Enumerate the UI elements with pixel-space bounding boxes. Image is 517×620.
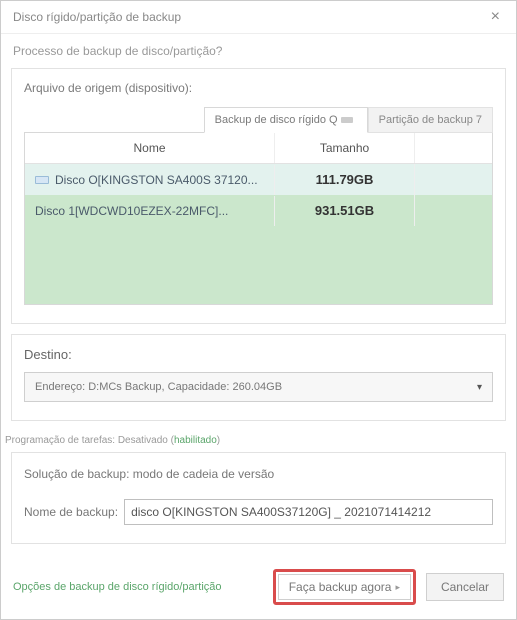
destination-label: Destino: [24, 347, 493, 362]
titlebar: Disco rígido/partição de backup × [1, 1, 516, 34]
table-row[interactable]: Disco O[KINGSTON SA400S 37120... 111.79G… [25, 164, 492, 195]
tab-disk-backup-label: Backup de disco rígido Q [215, 114, 338, 126]
col-rest-header [415, 133, 492, 163]
destination-select[interactable]: Endereço: D:MCs Backup, Capacidade: 260.… [24, 372, 493, 402]
solution-mode: Solução de backup: modo de cadeia de ver… [24, 467, 493, 481]
source-table: Nome Tamanho Disco O[KINGSTON SA400S 371… [24, 132, 493, 305]
chevron-down-icon: ▸ [395, 582, 400, 593]
footer-buttons: Faça backup agora ▸ Cancelar [273, 569, 504, 605]
cell-size: 111.79GB [275, 164, 415, 195]
cell-size: 931.51GB [275, 195, 415, 226]
footer: Opções de backup de disco rígido/partiçã… [1, 559, 516, 619]
col-name-header[interactable]: Nome [25, 133, 275, 163]
solution-panel: Solução de backup: modo de cadeia de ver… [11, 452, 506, 544]
window-title: Disco rígido/partição de backup [13, 10, 181, 24]
backup-now-label: Faça backup agora [289, 580, 392, 594]
table-header: Nome Tamanho [25, 133, 492, 164]
cell-name-text: Disco O[KINGSTON SA400S 37120... [55, 173, 258, 187]
tab-partition-backup[interactable]: Partição de backup 7 [368, 107, 493, 133]
source-panel: Arquivo de origem (dispositivo): Backup … [11, 68, 506, 324]
disk-icon [341, 117, 353, 123]
disk-icon [35, 176, 49, 184]
window-subtitle: Processo de backup de disco/partição? [1, 34, 516, 64]
table-body: Disco O[KINGSTON SA400S 37120... 111.79G… [25, 164, 492, 304]
cell-name: Disco O[KINGSTON SA400S 37120... [25, 165, 275, 195]
backup-name-input[interactable] [124, 499, 493, 525]
backup-dialog: Disco rígido/partição de backup × Proces… [0, 0, 517, 620]
col-size-header[interactable]: Tamanho [275, 133, 415, 163]
options-link[interactable]: Opções de backup de disco rígido/partiçã… [13, 581, 222, 593]
schedule-row: Programação de tarefas: Desativado (habi… [1, 431, 516, 452]
tab-partition-backup-label: Partição de backup 7 [379, 114, 482, 126]
destination-value: Endereço: D:MCs Backup, Capacidade: 260.… [35, 381, 282, 393]
schedule-enable-link[interactable]: habilitado [174, 435, 217, 446]
source-label: Arquivo de origem (dispositivo): [24, 81, 493, 95]
cell-name: Disco 1[WDCWD10EZEX-22MFC]... [25, 196, 275, 226]
backup-now-button[interactable]: Faça backup agora ▸ [278, 574, 411, 600]
schedule-prefix: Programação de tarefas: Desativado ( [5, 435, 174, 446]
backup-name-row: Nome de backup: [24, 499, 493, 525]
primary-button-highlight: Faça backup agora ▸ [273, 569, 416, 605]
table-row[interactable]: Disco 1[WDCWD10EZEX-22MFC]... 931.51GB [25, 195, 492, 226]
source-tabs: Backup de disco rígido Q Partição de bac… [24, 107, 493, 133]
tab-disk-backup[interactable]: Backup de disco rígido Q [204, 107, 368, 133]
destination-panel: Destino: Endereço: D:MCs Backup, Capacid… [11, 334, 506, 421]
cancel-button[interactable]: Cancelar [426, 573, 504, 601]
close-icon[interactable]: × [487, 9, 504, 25]
backup-name-label: Nome de backup: [24, 505, 118, 519]
cell-name-text: Disco 1[WDCWD10EZEX-22MFC]... [35, 204, 228, 218]
schedule-suffix: ) [217, 435, 220, 446]
chevron-down-icon: ▾ [477, 382, 482, 393]
